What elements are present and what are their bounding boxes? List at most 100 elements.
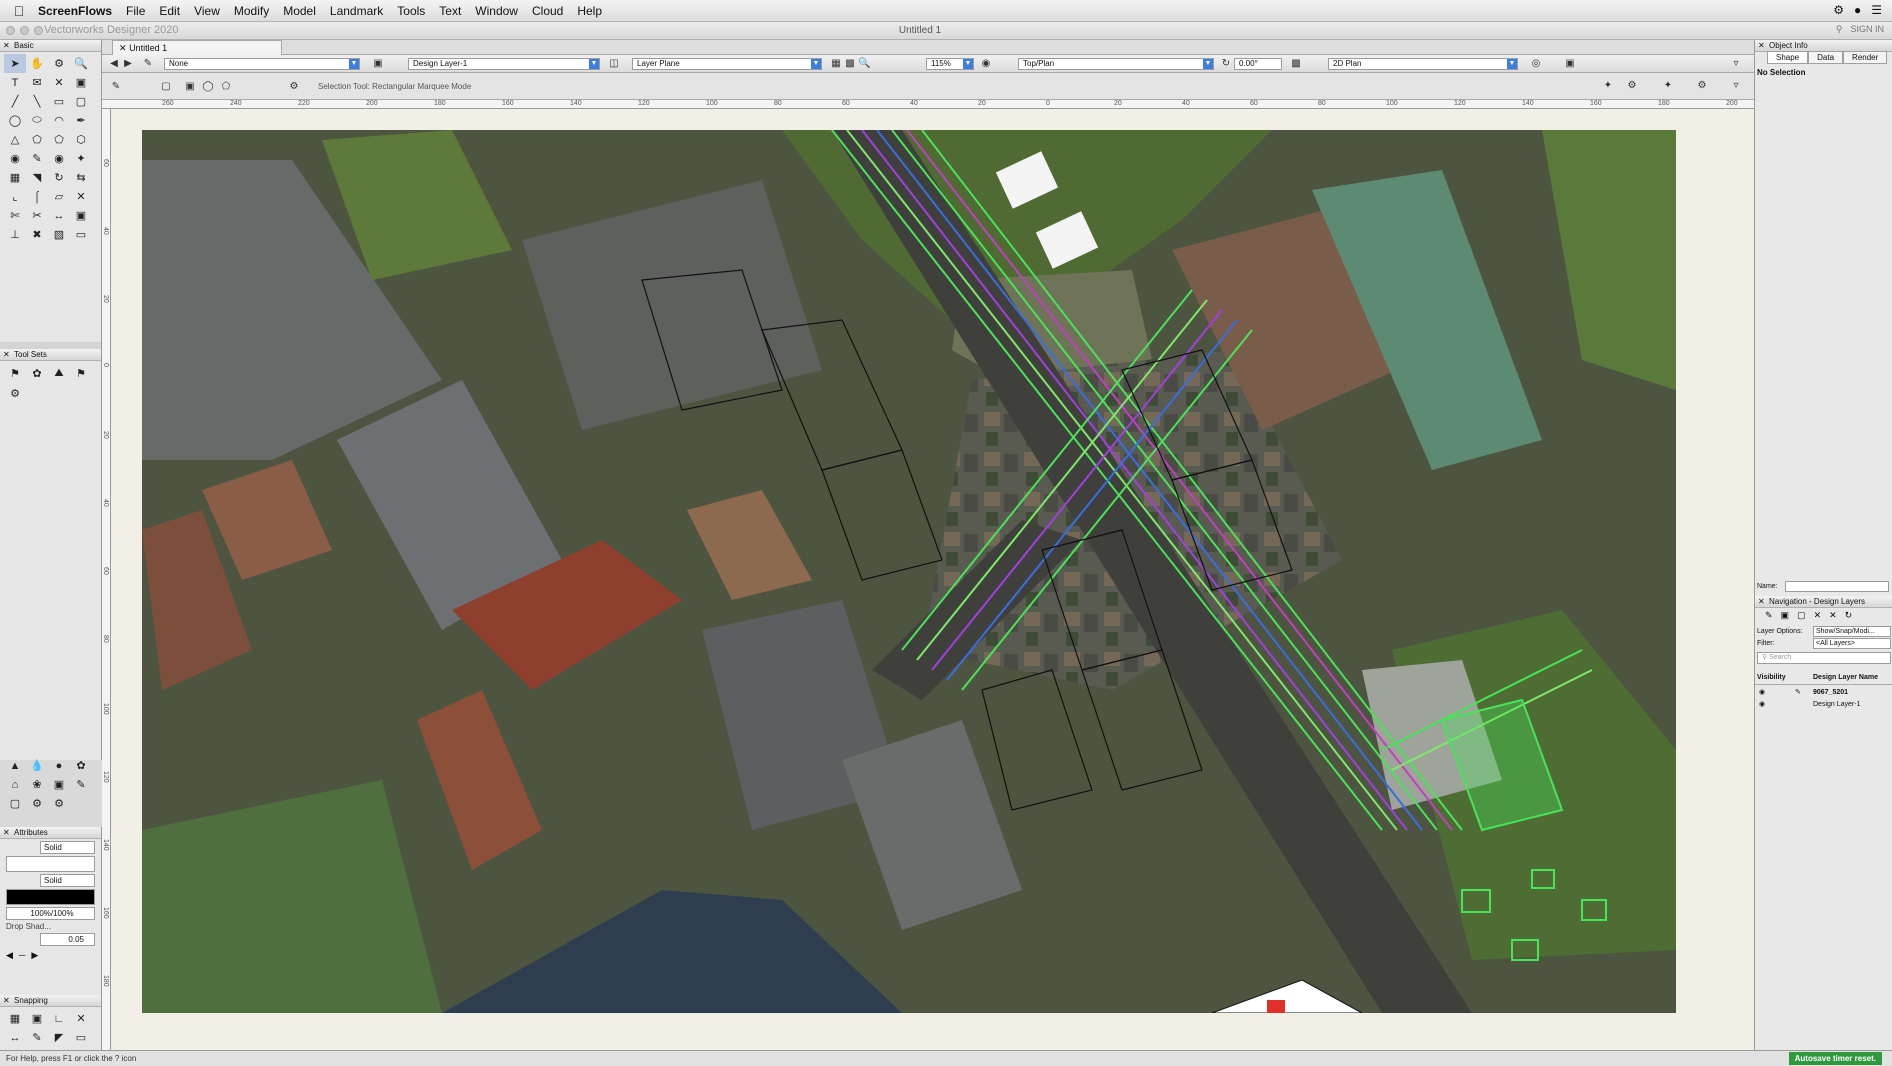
flyover-icon[interactable]: ◉ [980, 58, 992, 70]
saved-views-icon[interactable]: ◎ [1530, 58, 1542, 70]
camera-tool-icon[interactable]: ▣ [70, 206, 92, 225]
visualization-icon[interactable]: ▣ [1564, 58, 1576, 70]
freehand-tool-icon[interactable]: ✒ [70, 111, 92, 130]
delete-layer-icon[interactable]: ✕ [1814, 610, 1822, 624]
house-icon[interactable]: ⌂ [4, 775, 26, 794]
plane-icon[interactable]: ◫ [608, 58, 620, 70]
layer-dropdown[interactable]: Design Layer-1 ▼ [408, 58, 600, 70]
class-icon[interactable]: ✎ [142, 58, 154, 70]
locus-tool-icon[interactable]: ✕ [48, 73, 70, 92]
drawing-canvas[interactable] [111, 109, 1754, 1050]
layer-row[interactable]: ◉ ✎ 9067_5201 [1755, 688, 1892, 698]
aerial-site-plan[interactable] [142, 130, 1676, 1013]
fill-preview[interactable] [6, 856, 95, 872]
tab-data[interactable]: Data [1808, 51, 1844, 64]
reshape-tool-icon[interactable]: ✦ [70, 149, 92, 168]
rectangle-tool-icon[interactable]: ▭ [48, 92, 70, 111]
snap-working-plane-icon[interactable]: ▭ [70, 1028, 92, 1047]
eye-icon[interactable]: ◉ [1759, 700, 1765, 710]
dimension-tool-icon[interactable]: ↔ [48, 206, 70, 225]
cog-icon[interactable]: ⚙ [26, 794, 48, 813]
sphere-icon[interactable]: ● [48, 756, 70, 775]
lasso-icon[interactable]: ◯ [202, 81, 214, 93]
regular-polygon-tool-icon[interactable]: ⬡ [70, 130, 92, 149]
close-icon[interactable]: ✕ [3, 349, 10, 361]
layer-icon[interactable]: ▣ [372, 58, 384, 70]
zoom-tool-icon[interactable]: 🔍 [70, 54, 92, 73]
eye-icon[interactable]: ◉ [1759, 688, 1765, 698]
arrow-right-icon[interactable]: ▶ [31, 950, 38, 961]
edit-icon[interactable]: ✎ [1795, 688, 1801, 698]
status-icon[interactable]: ⚙ [1833, 3, 1844, 17]
plant-icon[interactable]: ❀ [26, 775, 48, 794]
mirror-tool-icon[interactable]: ⇆ [70, 168, 92, 187]
flyover-tool-icon[interactable]: ⚙ [48, 54, 70, 73]
irrigation-icon[interactable]: ⛰ [48, 363, 70, 383]
eyedropper-tool-icon[interactable]: ✎ [26, 149, 48, 168]
forward-icon[interactable]: ▶ [122, 58, 134, 70]
delete-tool-icon[interactable]: ✖ [26, 225, 48, 244]
furniture-icon[interactable]: ⚑ [70, 363, 92, 383]
merge-layer-icon[interactable]: ✕ [1829, 610, 1837, 624]
view-dropdown[interactable]: Top/Plan ▼ [1018, 58, 1214, 70]
offset-tool-icon[interactable]: ▱ [48, 187, 70, 206]
pan-tool-icon[interactable]: ✋ [26, 54, 48, 73]
clip-tool-icon[interactable]: ✂ [26, 206, 48, 225]
fit-to-objects-icon[interactable]: ▦ [830, 58, 842, 70]
tape-measure-tool-icon[interactable]: ▦ [4, 168, 26, 187]
close-tab-icon[interactable]: ✕ [119, 43, 127, 53]
close-icon[interactable]: ✕ [1758, 40, 1765, 52]
reshape-icon[interactable]: ✦ [1662, 80, 1674, 92]
water-icon[interactable]: 💧 [26, 756, 48, 775]
pencil-icon[interactable]: ✎ [70, 775, 92, 794]
refresh-icon[interactable]: ↻ [1845, 610, 1853, 624]
list-icon[interactable]: ☰ [1871, 3, 1882, 17]
split-tool-icon[interactable]: ✄ [4, 206, 26, 225]
wheel-icon[interactable]: ✿ [70, 756, 92, 775]
rotate-tool-icon[interactable]: ↻ [48, 168, 70, 187]
rotation-field[interactable]: 0.00° [1234, 58, 1282, 70]
snap-object-icon[interactable]: ▣ [26, 1009, 48, 1028]
fillet-tool-icon[interactable]: ⌠ [26, 187, 48, 206]
apple-icon[interactable]:  [0, 3, 38, 19]
trim-tool-icon[interactable]: ✕ [70, 187, 92, 206]
site-planning-icon[interactable]: ⚑ [4, 363, 26, 383]
close-icon[interactable]: ✕ [3, 827, 10, 839]
settings-icon[interactable]: ⚙ [1696, 80, 1708, 92]
layer-options-dropdown[interactable]: Show/Snap/Modi... [1813, 626, 1891, 637]
pen-style-dropdown[interactable]: Solid [40, 874, 95, 887]
rotate-plan-icon[interactable]: ↻ [1220, 58, 1232, 70]
polygon-marquee-icon[interactable]: ⬠ [220, 81, 232, 93]
menu-model[interactable]: Model [283, 4, 316, 18]
line-icon[interactable]: ─ [19, 950, 25, 961]
name-field[interactable] [1785, 581, 1889, 592]
filter-dropdown[interactable]: <All Layers> [1813, 638, 1891, 649]
render-icon[interactable]: ▩ [1290, 58, 1302, 70]
landscape-icon[interactable]: ✿ [26, 363, 48, 383]
menu-view[interactable]: View [194, 4, 220, 18]
zoom-icon[interactable]: 🔍 [858, 58, 870, 70]
snap-surface-icon[interactable]: ◤ [48, 1028, 70, 1047]
user-icon[interactable]: ● [1854, 3, 1861, 17]
polygon-tool-icon[interactable]: ⬠ [26, 130, 48, 149]
menu-tools[interactable]: Tools [397, 4, 425, 18]
lock-icon[interactable]: ⚲ [1836, 24, 1843, 35]
snap-grid-icon[interactable]: ▦ [4, 1009, 26, 1028]
pen-preview[interactable] [6, 889, 95, 905]
close-icon[interactable]: ✕ [3, 40, 10, 52]
menu-help[interactable]: Help [577, 4, 602, 18]
symbol-tool-icon[interactable]: ▣ [70, 73, 92, 92]
polyline-tool-icon[interactable]: △ [4, 130, 26, 149]
arc-tool-icon[interactable]: ◠ [48, 111, 70, 130]
duplicate-layer-icon[interactable]: ▣ [1781, 610, 1790, 624]
terrain-icon[interactable]: ▲ [4, 756, 26, 775]
menu-window[interactable]: Window [475, 4, 518, 18]
fit-to-page-icon[interactable]: ▩ [844, 58, 856, 70]
collapse-icon[interactable]: ▿ [1730, 58, 1742, 70]
constraint-tool-icon[interactable]: ⊥ [4, 225, 26, 244]
attribute-mapping-tool-icon[interactable]: ◉ [48, 149, 70, 168]
tab-shape[interactable]: Shape [1767, 51, 1809, 64]
circle-tool-icon[interactable]: ◯ [4, 111, 26, 130]
snap-distance-icon[interactable]: ↔ [4, 1028, 26, 1047]
plane-dropdown[interactable]: Layer Plane ▼ [632, 58, 822, 70]
